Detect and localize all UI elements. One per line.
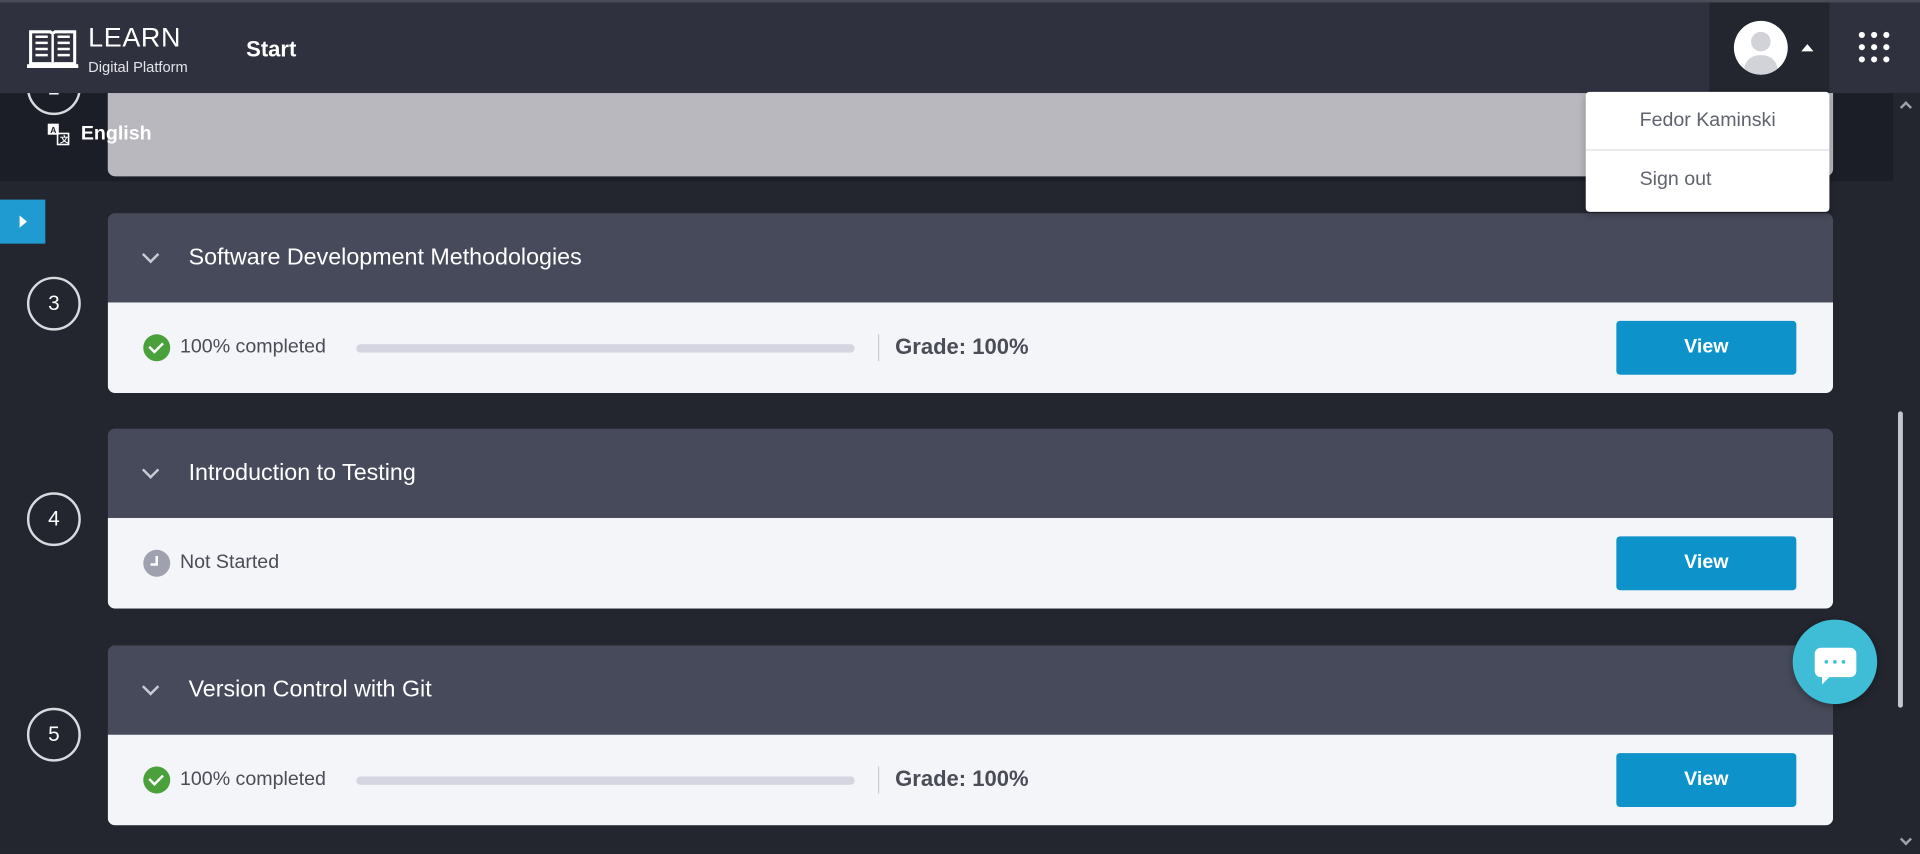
avatar bbox=[1733, 20, 1788, 75]
chevron-right-icon bbox=[18, 215, 27, 228]
module-card-header[interactable]: Software Development Methodologies bbox=[107, 213, 1834, 303]
translate-icon: A 文 bbox=[47, 123, 70, 146]
module-title: Version Control with Git bbox=[188, 676, 432, 703]
svg-text:文: 文 bbox=[60, 134, 69, 145]
previous-module-card bbox=[107, 93, 1834, 177]
user-dropdown-menu: Fedor Kaminski Sign out bbox=[1585, 91, 1830, 212]
module-card: Version Control with Git 100% completed … bbox=[107, 645, 1834, 826]
nav-start-link[interactable]: Start bbox=[246, 37, 296, 63]
view-button[interactable]: View bbox=[1616, 320, 1797, 375]
module-number-4: 4 bbox=[26, 492, 81, 547]
status-text: 100% completed bbox=[180, 768, 326, 790]
chevron-down-icon[interactable] bbox=[141, 460, 160, 479]
module-card-header[interactable]: Introduction to Testing bbox=[107, 428, 1834, 518]
status-completed: 100% completed bbox=[143, 766, 326, 794]
check-circle-icon bbox=[143, 766, 171, 794]
module-title: Software Development Methodologies bbox=[188, 244, 582, 271]
clock-icon bbox=[143, 549, 171, 577]
module-card: Software Development Methodologies 100% … bbox=[107, 213, 1834, 394]
language-selector[interactable]: A 文 English bbox=[47, 122, 152, 146]
module-card: Introduction to Testing Not Started View bbox=[107, 428, 1834, 609]
user-menu-toggle[interactable] bbox=[1709, 2, 1830, 94]
module-number-5: 5 bbox=[26, 707, 81, 762]
divider bbox=[877, 766, 880, 794]
app-root: 2 A 文 English LEARN Digital Platform Sta… bbox=[0, 0, 1920, 854]
user-name-item[interactable]: Fedor Kaminski bbox=[1586, 92, 1830, 150]
book-logo-icon bbox=[26, 30, 79, 68]
language-label: English bbox=[80, 123, 152, 145]
module-title: Introduction to Testing bbox=[188, 459, 416, 486]
caret-up-icon bbox=[1801, 44, 1814, 52]
logo-text: LEARN Digital Platform bbox=[88, 22, 188, 76]
sign-out-item[interactable]: Sign out bbox=[1586, 151, 1830, 209]
scroll-down-icon[interactable] bbox=[1899, 833, 1912, 846]
status-text: 100% completed bbox=[180, 336, 326, 358]
progress-bar bbox=[356, 776, 855, 785]
chat-button[interactable] bbox=[1792, 619, 1878, 705]
check-circle-icon bbox=[143, 334, 171, 362]
vertical-scrollbar[interactable] bbox=[1893, 93, 1920, 854]
status-not-started: Not Started bbox=[143, 549, 280, 577]
chevron-down-icon[interactable] bbox=[141, 245, 160, 263]
progress-bar bbox=[356, 344, 855, 353]
status-completed: 100% completed bbox=[143, 334, 326, 362]
module-card-body: 100% completed Grade: 100% View bbox=[107, 302, 1834, 394]
chat-bubble-icon bbox=[1814, 647, 1856, 684]
module-number-3: 3 bbox=[26, 276, 81, 331]
view-button[interactable]: View bbox=[1616, 753, 1797, 807]
grade-label: Grade: 100% bbox=[895, 766, 1029, 792]
svg-text:A: A bbox=[50, 125, 56, 135]
logo-title: LEARN bbox=[88, 22, 182, 53]
user-placeholder-icon bbox=[1743, 31, 1778, 75]
module-card-body: Not Started View bbox=[107, 517, 1834, 609]
module-card-header[interactable]: Version Control with Git bbox=[107, 645, 1834, 735]
sidebar-toggle-button[interactable] bbox=[0, 199, 46, 244]
top-navigation-bar: LEARN Digital Platform Start bbox=[0, 0, 1920, 94]
divider bbox=[877, 334, 880, 362]
chevron-down-icon[interactable] bbox=[141, 677, 160, 695]
scroll-up-icon[interactable] bbox=[1899, 101, 1912, 114]
module-card-body: 100% completed Grade: 100% View bbox=[107, 734, 1834, 826]
status-text: Not Started bbox=[180, 552, 280, 574]
logo[interactable]: LEARN Digital Platform bbox=[26, 22, 188, 76]
view-button[interactable]: View bbox=[1616, 536, 1797, 591]
logo-subtitle: Digital Platform bbox=[88, 58, 188, 76]
scrollbar-thumb[interactable] bbox=[1897, 411, 1903, 708]
grade-label: Grade: 100% bbox=[895, 334, 1029, 359]
apps-grid-icon[interactable] bbox=[1858, 31, 1891, 64]
